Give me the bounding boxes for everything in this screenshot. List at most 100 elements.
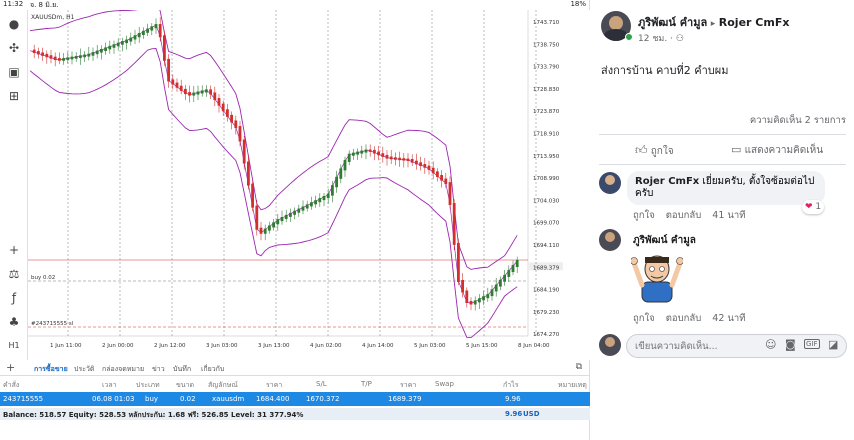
candle-body <box>503 274 506 282</box>
candle-body <box>419 162 422 167</box>
price-tick-label: 1728.830 <box>533 87 560 93</box>
comment-composer[interactable]: ☺ ◙ GIF ◪ <box>626 334 847 358</box>
candle-body <box>255 205 259 230</box>
comment-like-link[interactable]: ถูกใจ <box>633 313 655 324</box>
comment-label: แสดงความคิดเห็น <box>744 145 824 156</box>
candle-body <box>364 149 368 153</box>
candle-body <box>230 114 233 123</box>
time-tick-label: 5 Jun 03:00 <box>414 343 446 349</box>
comment-avatar[interactable] <box>599 229 621 251</box>
candle-body <box>402 158 406 161</box>
candle-body <box>486 294 490 299</box>
candle-body <box>499 279 502 287</box>
user-icon[interactable]: ● <box>6 16 22 32</box>
tab-news[interactable]: ข่าว <box>152 364 165 375</box>
reaction-badge[interactable]: ❤ 1 <box>802 200 825 214</box>
price-tick-label: 1674.270 <box>533 332 560 338</box>
col-time: เวลา <box>102 381 117 389</box>
price-chart[interactable]: 1743.710 1738.750 1733.790 1728.830 1723.870… <box>28 10 590 360</box>
time-tick-label: 2 Jun 12:00 <box>154 343 186 349</box>
cell-order: 243715555 <box>3 395 44 403</box>
cell-time: 06.08 01:03 <box>92 395 135 403</box>
candle-body <box>146 28 149 33</box>
add-order-icon[interactable]: + <box>6 361 15 374</box>
tab-history[interactable]: ประวัติ <box>74 364 94 375</box>
author-avatar-face-icon <box>609 16 623 30</box>
candle-body <box>427 165 431 170</box>
col-size: ขนาด <box>176 381 195 389</box>
comments-count[interactable]: ความคิดเห็น 2 รายการ <box>750 113 846 128</box>
candle-body <box>32 49 36 54</box>
layout-icon[interactable]: ⧉ <box>576 362 582 372</box>
comment-avatar[interactable] <box>599 172 621 194</box>
candle-body <box>196 91 200 95</box>
time-tick-label: 2 Jun 00:00 <box>102 343 134 349</box>
price-tick-label: 1713.950 <box>533 154 560 160</box>
candle-body <box>356 151 359 155</box>
candle-body <box>436 171 439 177</box>
candle-body <box>171 79 175 85</box>
candle-body <box>142 30 145 36</box>
tab-mailbox[interactable]: กล่องจดหมาย <box>102 364 144 375</box>
timeframe-button[interactable]: H1 <box>6 338 22 354</box>
crosshair-gear-icon[interactable]: ✣ <box>6 40 22 56</box>
author-name[interactable]: ภูริพัฒน์ คำมูล <box>638 16 707 29</box>
comment-author[interactable]: ภูริพัฒน์ คำมูล <box>633 235 696 246</box>
candle-body <box>192 92 196 96</box>
comment-like-link[interactable]: ถูกใจ <box>633 210 655 221</box>
tab-trade[interactable]: การซื้อขาย <box>34 364 68 375</box>
sticker-image[interactable] <box>630 249 684 305</box>
comment-input[interactable] <box>635 338 755 354</box>
objects-icon[interactable]: ♣ <box>6 314 22 330</box>
candle-body <box>129 37 133 42</box>
composer-avatar <box>599 334 621 356</box>
price-tick-label: 1684.190 <box>533 288 560 294</box>
cell-profit: 9.96 <box>505 395 521 403</box>
cell-price-current: 1689.379 <box>388 395 422 403</box>
candle-body <box>121 41 124 45</box>
balance-text: Balance: 518.57 Equity: 528.53 หลักประกั… <box>3 411 304 419</box>
candle-body <box>213 92 217 101</box>
chat-icon[interactable]: ▣ <box>6 64 22 80</box>
candlestick-chart[interactable]: 1743.710 1738.750 1733.790 1728.830 1723.870… <box>28 10 590 360</box>
candle-body <box>494 284 498 292</box>
comment-reply-link[interactable]: ตอบกลับ <box>666 313 702 324</box>
comment-reply-link[interactable]: ตอบกลับ <box>666 210 702 221</box>
post-time[interactable]: 12 ชม. <box>638 34 667 44</box>
like-button[interactable]: 👍︎ ถูกใจ <box>635 143 674 159</box>
price-tick-label: 1708.990 <box>533 176 560 182</box>
candle-body <box>205 89 208 93</box>
sticker-icon[interactable]: ◪ <box>828 338 838 351</box>
candle-body <box>238 126 242 142</box>
candle-body <box>515 259 519 267</box>
like-thumb-icon: 👍︎ <box>635 143 648 157</box>
trade-row[interactable]: 243715555 06.08 01:03 buy 0.02 xauusdm 1… <box>0 392 590 406</box>
crosshair-icon[interactable]: + <box>6 242 22 258</box>
emoji-icon[interactable]: ☺ <box>765 338 776 351</box>
add-panel-icon[interactable]: ⊞ <box>6 88 22 104</box>
camera-icon[interactable]: ◙ <box>785 338 796 351</box>
candle-body <box>465 290 469 303</box>
indicator-icon[interactable]: ⚖ <box>6 266 22 282</box>
tab-about[interactable]: เกี่ยวกับ <box>201 364 224 375</box>
terminal-tabs: + การซื้อขาย ประวัติ กล่องจดหมาย ข่าว บั… <box>0 360 590 376</box>
candle-body <box>158 24 162 38</box>
post-meta: 12 ชม. · ⚇ <box>638 31 684 45</box>
tab-journal[interactable]: บันทึก <box>173 364 191 375</box>
cell-symbol: xauusdm <box>212 395 245 403</box>
gif-icon[interactable]: GIF <box>804 339 820 349</box>
arrow-icon: ▸ <box>710 19 716 29</box>
comment-author[interactable]: Rojer CmFx <box>635 176 699 187</box>
candle-body <box>163 35 166 61</box>
candle-body <box>293 210 296 215</box>
col-profit: กำไร <box>503 381 519 389</box>
candle-body <box>247 161 250 186</box>
group-name[interactable]: Rojer CmFx <box>719 16 790 29</box>
symbol-label: XAUUSDm, H1 <box>31 14 75 21</box>
time-tick-label: 1 Jun 11:00 <box>50 343 82 349</box>
time-tick-label: 4 Jun 02:00 <box>310 343 342 349</box>
candle-body <box>125 39 128 44</box>
candle-body <box>259 227 263 234</box>
function-icon[interactable]: ƒ <box>6 290 22 306</box>
comment-button[interactable]: ▭ แสดงความคิดเห็น <box>731 143 823 158</box>
